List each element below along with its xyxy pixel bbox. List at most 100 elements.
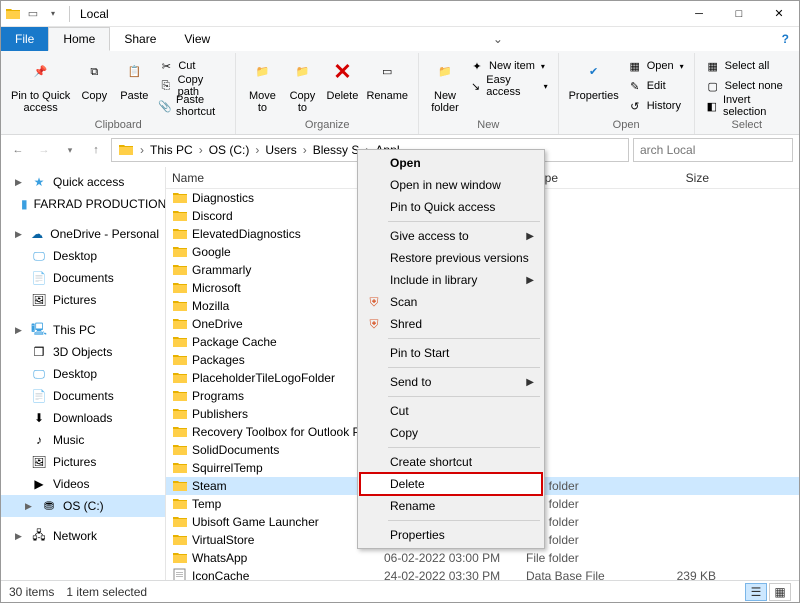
back-button[interactable]: ←	[7, 139, 29, 161]
menu-item-open[interactable]: Open	[360, 152, 542, 174]
nav-this-pc[interactable]: ▶🖳This PC	[1, 319, 165, 341]
menu-item-pin-to-start[interactable]: Pin to Start	[360, 342, 542, 364]
nav-network[interactable]: ▶🖧Network	[1, 525, 165, 547]
folder-icon	[172, 424, 188, 440]
nav-documents[interactable]: 📄Documents	[1, 267, 165, 289]
nav-videos[interactable]: ▶Videos	[1, 473, 165, 495]
folder-icon	[172, 352, 188, 368]
nav-pictures[interactable]: 🖼Pictures	[1, 289, 165, 311]
menu-item-scan[interactable]: ⛨Scan	[360, 291, 542, 313]
menu-item-restore-previous-versions[interactable]: Restore previous versions	[360, 247, 542, 269]
search-input[interactable]	[638, 142, 788, 158]
navigation-pane[interactable]: ▶★Quick access ▮FARRAD PRODUCTION ▶☁OneD…	[1, 167, 166, 580]
column-name[interactable]: Name	[166, 171, 384, 185]
tab-view[interactable]: View	[170, 27, 224, 51]
videos-icon: ▶	[31, 476, 47, 492]
chevron-right-icon[interactable]: ›	[138, 143, 146, 157]
ribbon-tabs: File Home Share View ⌄ ?	[1, 27, 799, 51]
recent-locations-button[interactable]: ▾	[59, 139, 81, 161]
tab-home[interactable]: Home	[48, 27, 110, 51]
nav-folder[interactable]: ▮FARRAD PRODUCTION	[1, 193, 165, 215]
breadcrumb-seg[interactable]: OS (C:)	[205, 143, 254, 157]
pin-to-quick-access-button[interactable]: 📌 Pin to Quick access	[7, 53, 74, 114]
menu-item-send-to[interactable]: Send to ▶	[360, 371, 542, 393]
details-view-button[interactable]: ☰	[745, 583, 767, 601]
file-size: 239 KB	[636, 569, 716, 580]
file-name: Discord	[192, 209, 384, 223]
paste-icon: 📋	[118, 56, 150, 88]
nav-desktop2[interactable]: 🖵Desktop	[1, 363, 165, 385]
tab-file[interactable]: File	[1, 27, 48, 51]
breadcrumb-seg[interactable]: Users	[261, 143, 300, 157]
menu-item-open-in-new-window[interactable]: Open in new window	[360, 174, 542, 196]
menu-item-label: Send to	[390, 375, 431, 389]
paste-shortcut-button[interactable]: 📎Paste shortcut	[154, 96, 229, 116]
copy-button[interactable]: ⧉ Copy	[74, 53, 114, 102]
new-folder-button[interactable]: 📁New folder	[425, 53, 465, 114]
menu-item-include-in-library[interactable]: Include in library▶	[360, 269, 542, 291]
menu-separator	[388, 338, 540, 339]
menu-item-create-shortcut[interactable]: Create shortcut	[360, 451, 542, 473]
history-button[interactable]: ↺History	[623, 96, 688, 116]
nav-3d-objects[interactable]: ❒3D Objects	[1, 341, 165, 363]
search-box[interactable]	[633, 138, 793, 162]
nav-music[interactable]: ♪Music	[1, 429, 165, 451]
nav-osc[interactable]: ▶⛃OS (C:)	[1, 495, 165, 517]
menu-item-delete[interactable]: Delete	[360, 473, 542, 495]
menu-item-cut[interactable]: Cut	[360, 400, 542, 422]
nav-downloads[interactable]: ⬇Downloads	[1, 407, 165, 429]
menu-item-copy[interactable]: Copy	[360, 422, 542, 444]
properties-icon[interactable]: ▭	[25, 6, 41, 22]
chevron-right-icon: ▶	[526, 377, 534, 388]
breadcrumb-seg[interactable]: This PC	[146, 143, 197, 157]
file-row[interactable]: IconCache24-02-2022 03:30 PMData Base Fi…	[166, 567, 799, 580]
close-button[interactable]: ✕	[759, 1, 799, 27]
context-menu[interactable]: OpenOpen in new window Pin to Quick acces…	[357, 149, 545, 549]
nav-desktop[interactable]: 🖵Desktop	[1, 245, 165, 267]
breadcrumb-seg[interactable]: Blessy S	[309, 143, 364, 157]
minimize-button[interactable]: ─	[679, 1, 719, 27]
thumbnails-view-button[interactable]: ▦	[769, 583, 791, 601]
nav-onedrive[interactable]: ▶☁OneDrive - Personal	[1, 223, 165, 245]
maximize-button[interactable]: □	[719, 1, 759, 27]
menu-item-label: Include in library	[390, 273, 477, 287]
properties-button[interactable]: ✔Properties	[565, 53, 623, 102]
delete-button[interactable]: ✕Delete	[322, 53, 362, 102]
pin-icon: 📌	[25, 56, 57, 88]
easy-access-button[interactable]: ↘Easy access▾	[465, 76, 552, 96]
select-none-button[interactable]: ▢Select none	[701, 76, 793, 96]
cut-button[interactable]: ✂Cut	[154, 56, 229, 76]
open-button[interactable]: ▦Open▾	[623, 56, 688, 76]
copy-path-button[interactable]: ⎘Copy path	[154, 76, 229, 96]
file-name: Diagnostics	[192, 191, 384, 205]
tab-share[interactable]: Share	[110, 27, 170, 51]
edit-button[interactable]: ✎Edit	[623, 76, 688, 96]
menu-item-shred[interactable]: ⛨Shred	[360, 313, 542, 335]
menu-item-give-access-to[interactable]: Give access to▶	[360, 225, 542, 247]
up-button[interactable]: ↑	[85, 139, 107, 161]
forward-button[interactable]: →	[33, 139, 55, 161]
menu-item-properties[interactable]: Properties	[360, 524, 542, 546]
file-row[interactable]: WhatsApp06-02-2022 03:00 PMFile folder	[166, 549, 799, 567]
invert-selection-button[interactable]: ◧Invert selection	[701, 96, 793, 116]
help-button[interactable]: ?	[772, 27, 799, 51]
breadcrumb-root-icon[interactable]	[114, 142, 138, 158]
nav-documents2[interactable]: 📄Documents	[1, 385, 165, 407]
copy-to-button[interactable]: 📁Copy to	[282, 53, 322, 114]
menu-item-rename[interactable]: Rename	[360, 495, 542, 517]
rename-button[interactable]: ▭Rename	[362, 53, 412, 102]
menu-item-label: Pin to Quick access	[390, 200, 495, 214]
folder-icon	[172, 370, 188, 386]
file-name: VirtualStore	[192, 533, 384, 547]
column-size[interactable]: Size	[636, 171, 716, 185]
qat-dropdown-icon[interactable]: ▾	[45, 6, 61, 22]
ribbon-collapse-icon[interactable]: ⌄	[485, 27, 511, 51]
new-item-button[interactable]: ✦New item▾	[465, 56, 552, 76]
menu-item-pin-to-quick-access[interactable]: Pin to Quick access	[360, 196, 542, 218]
nav-quick-access[interactable]: ▶★Quick access	[1, 171, 165, 193]
select-all-button[interactable]: ▦Select all	[701, 56, 793, 76]
move-to-button[interactable]: 📁Move to	[242, 53, 282, 114]
nav-pictures2[interactable]: 🖼Pictures	[1, 451, 165, 473]
menu-separator	[388, 367, 540, 368]
paste-button[interactable]: 📋 Paste	[114, 53, 154, 102]
